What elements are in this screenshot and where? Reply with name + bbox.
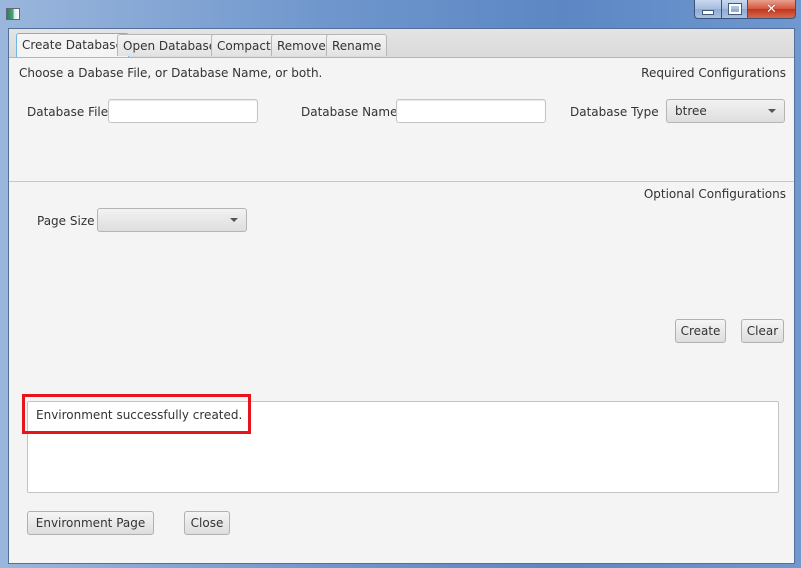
tab-rename[interactable]: Rename xyxy=(326,34,388,56)
instruction-text: Choose a Dabase File, or Database Name, … xyxy=(19,66,323,80)
page-size-label: Page Size xyxy=(37,214,95,228)
page-size-select[interactable] xyxy=(97,208,247,232)
title-bar: ✕ xyxy=(0,0,801,28)
section-divider xyxy=(9,181,794,182)
create-button[interactable]: Create xyxy=(675,319,726,343)
optional-configurations-heading: Optional Configurations xyxy=(643,187,786,201)
minimize-button[interactable] xyxy=(694,0,722,19)
database-file-input[interactable] xyxy=(108,99,258,123)
app-icon xyxy=(6,8,20,20)
maximize-icon xyxy=(727,3,742,15)
database-type-label: Database Type xyxy=(570,105,659,119)
tab-compact[interactable]: Compact xyxy=(211,34,277,56)
database-file-label: Database File xyxy=(27,105,109,119)
highlight-box xyxy=(22,394,251,434)
window-controls: ✕ xyxy=(694,0,796,19)
maximize-button[interactable] xyxy=(722,0,748,19)
required-configurations-heading: Required Configurations xyxy=(641,66,786,80)
chevron-down-icon xyxy=(768,109,776,113)
close-window-button[interactable]: ✕ xyxy=(748,0,796,19)
tab-create-database[interactable]: Create Database xyxy=(16,33,129,57)
close-button[interactable]: Close xyxy=(184,511,230,535)
database-name-label: Database Name xyxy=(301,105,398,119)
database-name-input[interactable] xyxy=(396,99,546,123)
database-type-select[interactable]: btree xyxy=(666,99,785,123)
chevron-down-icon xyxy=(230,218,238,222)
close-icon: ✕ xyxy=(766,1,777,17)
minimize-icon xyxy=(702,9,714,15)
database-type-value: btree xyxy=(675,104,707,118)
environment-page-button[interactable]: Environment Page xyxy=(27,511,154,535)
tab-open-database[interactable]: Open Database xyxy=(117,34,223,56)
tab-remove[interactable]: Remove xyxy=(271,34,332,56)
main-panel: Create Database Open Database Compact Re… xyxy=(8,28,795,564)
clear-button[interactable]: Clear xyxy=(741,319,784,343)
tab-bar: Create Database Open Database Compact Re… xyxy=(9,29,794,58)
